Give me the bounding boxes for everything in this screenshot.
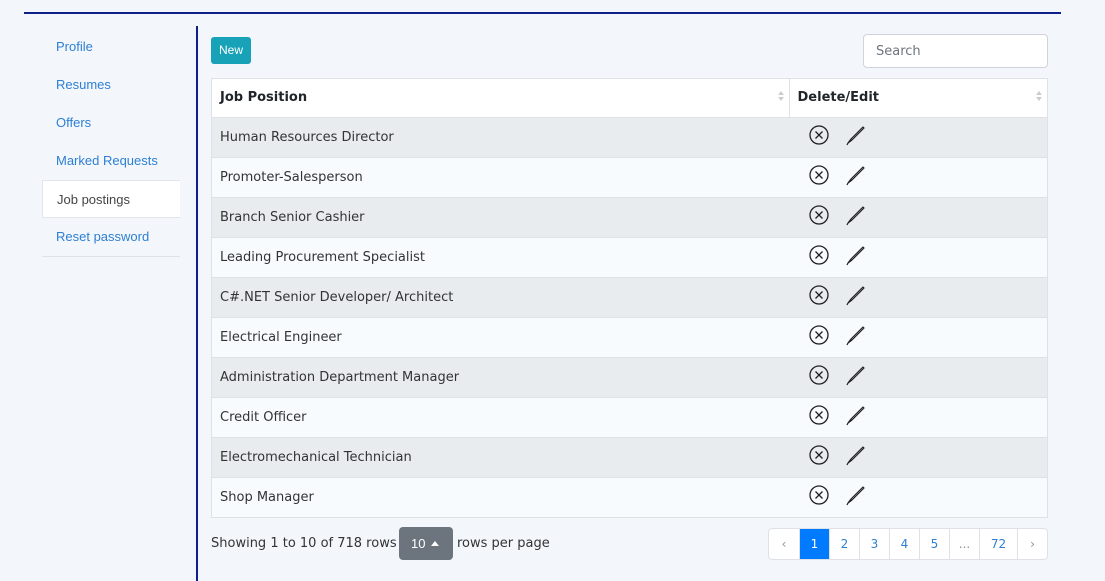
job-position-cell: Credit Officer <box>212 396 789 437</box>
column-header-delete-edit[interactable]: Delete/Edit <box>789 79 1047 118</box>
page-link-1[interactable]: 1 <box>799 529 829 559</box>
edit-icon[interactable] <box>844 164 866 190</box>
page-link-3[interactable]: 3 <box>859 529 889 559</box>
column-header-job-position[interactable]: Job Position <box>212 79 790 118</box>
table-row[interactable]: C#.NET Senior Developer/ Architect <box>212 276 1047 317</box>
edit-icon[interactable] <box>844 484 866 510</box>
delete-icon[interactable] <box>808 444 830 470</box>
sort-icon <box>777 91 784 105</box>
actions-cell <box>789 236 1047 277</box>
edit-icon[interactable] <box>844 444 866 470</box>
actions-cell <box>789 476 1047 517</box>
delete-icon[interactable] <box>808 364 830 390</box>
job-position-cell: Leading Procurement Specialist <box>212 236 789 277</box>
page-ellipsis: ... <box>949 529 979 559</box>
sidebar-item-job-postings[interactable]: Job postings <box>42 180 180 218</box>
job-position-cell: Branch Senior Cashier <box>212 196 789 237</box>
sidebar-item-reset-password[interactable]: Reset password <box>42 218 180 256</box>
job-position-cell: Administration Department Manager <box>212 356 789 397</box>
actions-cell <box>789 436 1047 477</box>
actions-cell <box>789 396 1047 437</box>
job-position-cell: Promoter-Salesperson <box>212 156 789 197</box>
table-row[interactable]: Electrical Engineer <box>212 316 1047 357</box>
job-postings-table: Job Position Delete/Edit Human Resources… <box>211 78 1048 518</box>
page-link-4[interactable]: 4 <box>889 529 919 559</box>
edit-icon[interactable] <box>844 284 866 310</box>
content-divider <box>196 26 198 581</box>
delete-icon[interactable] <box>808 404 830 430</box>
caret-up-icon <box>431 541 440 546</box>
column-header-label: Job Position <box>220 90 308 106</box>
edit-icon[interactable] <box>844 204 866 230</box>
page-link-2[interactable]: 2 <box>829 529 859 559</box>
delete-icon[interactable] <box>808 284 830 310</box>
rows-summary: Showing 1 to 10 of 718 rows <box>211 536 397 551</box>
top-divider <box>24 12 1061 14</box>
next-page-button[interactable]: › <box>1017 529 1047 559</box>
actions-cell <box>789 316 1047 357</box>
pagination: ‹ 1 2 3 4 5... 72 › <box>768 528 1048 560</box>
sidebar-nav: Profile Resumes Offers Marked Requests Job p… <box>42 28 180 257</box>
actions-cell <box>789 276 1047 317</box>
edit-icon[interactable] <box>844 124 866 150</box>
table-row[interactable]: Leading Procurement Specialist <box>212 236 1047 277</box>
delete-icon[interactable] <box>808 164 830 190</box>
page-size-dropdown[interactable]: 10 <box>399 527 453 560</box>
table-row[interactable]: Shop Manager <box>212 476 1047 517</box>
table-row[interactable]: Branch Senior Cashier <box>212 196 1047 237</box>
column-header-label: Delete/Edit <box>797 90 880 106</box>
page-link-72[interactable]: 72 <box>979 529 1017 559</box>
actions-cell <box>789 116 1047 157</box>
table-row[interactable]: Electromechanical Technician <box>212 436 1047 477</box>
actions-cell <box>789 156 1047 197</box>
job-position-cell: Shop Manager <box>212 476 789 517</box>
edit-icon[interactable] <box>844 364 866 390</box>
delete-icon[interactable] <box>808 204 830 230</box>
table-header-row: Job Position Delete/Edit <box>212 79 1047 118</box>
sidebar-item-marked-requests[interactable]: Marked Requests <box>42 142 180 180</box>
sort-icon <box>1036 91 1042 105</box>
delete-icon[interactable] <box>808 484 830 510</box>
delete-icon[interactable] <box>808 244 830 270</box>
job-position-cell: Electromechanical Technician <box>212 436 789 477</box>
search-input[interactable] <box>863 34 1048 68</box>
sidebar-item-profile[interactable]: Profile <box>42 28 180 66</box>
new-button[interactable]: New <box>211 37 252 64</box>
sidebar-item-resumes[interactable]: Resumes <box>42 66 180 104</box>
prev-page-button[interactable]: ‹ <box>769 529 799 559</box>
delete-icon[interactable] <box>808 324 830 350</box>
page-link-5[interactable]: 5 <box>919 529 949 559</box>
actions-cell <box>789 356 1047 397</box>
table-row[interactable]: Administration Department Manager <box>212 356 1047 397</box>
edit-icon[interactable] <box>844 324 866 350</box>
job-position-cell: C#.NET Senior Developer/ Architect <box>212 276 789 317</box>
rows-per-page-label: rows per page <box>457 536 550 551</box>
page-size-value: 10 <box>411 536 426 551</box>
edit-icon[interactable] <box>844 404 866 430</box>
actions-cell <box>789 196 1047 237</box>
delete-icon[interactable] <box>808 124 830 150</box>
sidebar-item-offers[interactable]: Offers <box>42 104 180 142</box>
job-position-cell: Human Resources Director <box>212 116 789 157</box>
edit-icon[interactable] <box>844 244 866 270</box>
table-row[interactable]: Promoter-Salesperson <box>212 156 1047 197</box>
table-footer: Showing 1 to 10 of 718 rows 10 rows per … <box>211 527 1048 561</box>
table-row[interactable]: Human Resources Director <box>212 116 1047 157</box>
table-row[interactable]: Credit Officer <box>212 396 1047 437</box>
job-position-cell: Electrical Engineer <box>212 316 789 357</box>
